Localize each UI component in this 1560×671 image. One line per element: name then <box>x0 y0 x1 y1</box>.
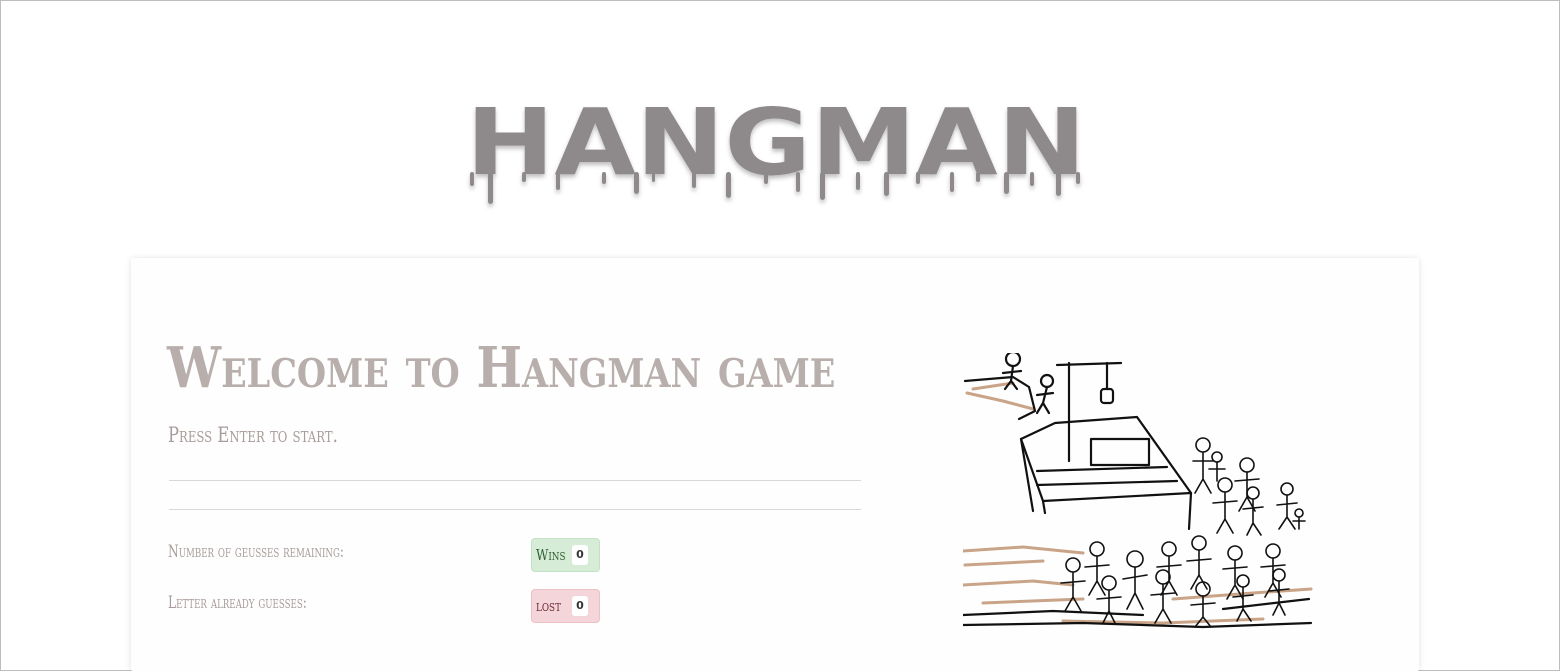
guesses-remaining-label: Number of geusses remaining: <box>168 542 345 562</box>
wins-badge: Wins 0 <box>531 538 600 572</box>
divider <box>169 480 861 481</box>
start-prompt: Press Enter to start. <box>168 423 338 447</box>
gallows-crowd-illustration <box>963 353 1313 633</box>
wins-label: Wins <box>536 546 566 564</box>
letters-guessed-label: Letter already guesses: <box>168 593 307 613</box>
welcome-title: Welcome to Hangman game <box>167 335 836 401</box>
lost-count: 0 <box>572 596 588 616</box>
divider <box>169 509 861 510</box>
lost-badge: lost 0 <box>531 589 600 623</box>
hangman-logo: HANGMAN <box>464 98 1088 216</box>
lost-label: lost <box>536 597 561 615</box>
game-panel: Welcome to Hangman game Press Enter to s… <box>131 258 1419 671</box>
wins-count: 0 <box>572 545 588 565</box>
